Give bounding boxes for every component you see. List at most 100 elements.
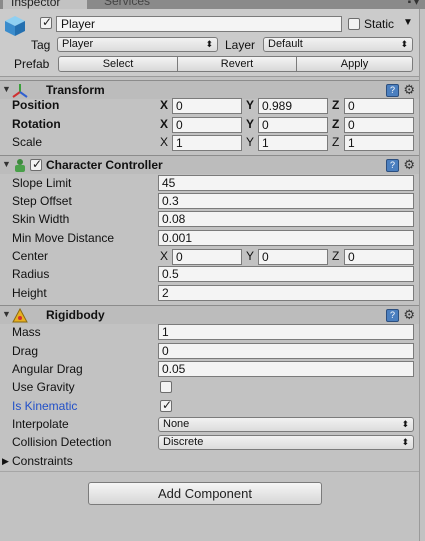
position-x-axis[interactable]: X (160, 97, 168, 113)
center-z-axis[interactable]: Z (332, 248, 339, 264)
step-offset-label: Step Offset (12, 194, 72, 208)
tag-dropdown[interactable]: Player ⬍ (57, 37, 218, 52)
position-y-field[interactable]: 0.989 (258, 98, 328, 114)
mass-label: Mass (12, 325, 41, 339)
position-label: Position (12, 98, 60, 112)
slope-limit-label: Slope Limit (12, 176, 72, 190)
scale-y-field[interactable]: 1 (258, 135, 328, 151)
character-controller-title: Character Controller (46, 158, 163, 172)
interpolate-label: Interpolate (12, 417, 69, 431)
rigidbody-title: Rigidbody (46, 308, 105, 322)
gear-icon[interactable]: ⚙ (403, 157, 415, 173)
help-book-icon[interactable]: ? (386, 309, 399, 322)
rotation-z-axis[interactable]: Z (332, 116, 339, 132)
layer-dropdown[interactable]: Default ⬍ (263, 37, 413, 52)
collision-detection-dropdown[interactable]: Discrete ⬍ (158, 435, 414, 450)
position-z-field[interactable]: 0 (344, 98, 414, 114)
object-name-field[interactable]: Player (56, 16, 342, 32)
rotation-x-field[interactable]: 0 (172, 117, 242, 133)
scale-z-axis[interactable]: Z (332, 134, 339, 150)
gear-icon[interactable]: ⚙ (403, 307, 415, 323)
center-y-axis[interactable]: Y (246, 248, 254, 264)
scale-label: Scale (12, 135, 43, 149)
center-x-axis[interactable]: X (160, 248, 168, 264)
is-kinematic-checkbox[interactable]: ✓ (160, 398, 172, 412)
active-checkbox[interactable]: ✓ (40, 15, 53, 29)
foldout-expanded-icon[interactable]: ▼ (2, 309, 11, 319)
tab-inspector-label: Inspector (11, 0, 61, 9)
tab-services[interactable]: Services (96, 0, 158, 9)
scale-y-axis[interactable]: Y (246, 134, 254, 150)
rotation-y-axis[interactable]: Y (246, 116, 254, 132)
static-label: Static (364, 17, 395, 31)
skin-width-field[interactable]: 0.08 (158, 211, 414, 227)
angular-drag-label: Angular Drag (12, 362, 83, 376)
position-z-axis[interactable]: Z (332, 97, 339, 113)
rigidbody-icon (12, 308, 28, 323)
drag-field[interactable]: 0 (158, 343, 414, 359)
add-component-button[interactable]: Add Component (88, 482, 322, 505)
transform-title: Transform (46, 83, 105, 97)
tab-bar: Inspector Services ▪ ▾ (0, 0, 425, 9)
rotation-y-field[interactable]: 0 (258, 117, 328, 133)
character-controller-header[interactable]: ▼ ✓ Character Controller ? ⚙ (0, 155, 419, 174)
rotation-z-field[interactable]: 0 (344, 117, 414, 133)
use-gravity-checkbox[interactable] (160, 381, 172, 393)
tab-services-label: Services (104, 0, 151, 8)
layer-value: Default (268, 38, 303, 50)
tag-value: Player (62, 38, 94, 50)
rotation-label: Rotation (12, 117, 61, 131)
height-field[interactable]: 2 (158, 285, 414, 301)
constraints-foldout-icon[interactable]: ▶ (2, 453, 9, 469)
checkmark-icon: ✓ (42, 15, 53, 29)
component-separator (0, 471, 419, 472)
gear-icon[interactable]: ⚙ (403, 82, 415, 98)
drag-label: Drag (12, 344, 39, 358)
prefab-select-button[interactable]: Select (58, 56, 178, 72)
scale-x-field[interactable]: 1 (172, 135, 242, 151)
rotation-x-axis[interactable]: X (160, 116, 168, 132)
prefab-revert-button[interactable]: Revert (177, 56, 297, 72)
lock-menu-icons[interactable]: ▪ ▾ (408, 0, 419, 8)
character-controller-enabled-checkbox[interactable]: ✓ (30, 157, 42, 171)
help-book-icon[interactable]: ? (386, 84, 399, 97)
foldout-expanded-icon[interactable]: ▼ (2, 84, 11, 94)
gameobject-cube-icon (5, 16, 25, 36)
center-x-field[interactable]: 0 (172, 249, 242, 265)
dropdown-arrows-icon: ⬍ (401, 419, 409, 429)
interpolate-value: None (163, 418, 190, 430)
center-label: Center (12, 249, 49, 263)
angular-drag-field[interactable]: 0.05 (158, 361, 414, 377)
foldout-expanded-icon[interactable]: ▼ (2, 159, 11, 169)
step-offset-field[interactable]: 0.3 (158, 193, 414, 209)
skin-width-label: Skin Width (12, 212, 70, 226)
static-checkbox[interactable] (348, 18, 360, 30)
transform-header[interactable]: ▼ Transform ? ⚙ (0, 80, 419, 99)
dropdown-arrows-icon: ⬍ (401, 437, 409, 447)
collision-detection-label: Collision Detection (12, 435, 112, 449)
scale-x-axis[interactable]: X (160, 134, 168, 150)
character-controller-icon (15, 159, 25, 172)
prefab-apply-button[interactable]: Apply (296, 56, 413, 72)
position-y-axis[interactable]: Y (246, 97, 254, 113)
interpolate-dropdown[interactable]: None ⬍ (158, 417, 414, 432)
rigidbody-header[interactable]: ▼ Rigidbody ? ⚙ (0, 305, 419, 324)
dropdown-arrows-icon: ⬍ (205, 39, 213, 49)
static-dropdown-arrow-icon[interactable]: ▼ (403, 15, 413, 31)
scale-z-field[interactable]: 1 (344, 135, 414, 151)
mass-field[interactable]: 1 (158, 324, 414, 340)
gameobject-header: ✓ Player Static ▼ Tag Player ⬍ Layer Defa… (0, 9, 419, 77)
help-book-icon[interactable]: ? (386, 159, 399, 172)
radius-field[interactable]: 0.5 (158, 266, 414, 282)
tab-inspector[interactable]: Inspector (2, 0, 88, 9)
layer-label: Layer (225, 38, 256, 52)
center-z-field[interactable]: 0 (344, 249, 414, 265)
is-kinematic-label: Is Kinematic (12, 399, 78, 413)
center-y-field[interactable]: 0 (258, 249, 328, 265)
use-gravity-label: Use Gravity (12, 380, 75, 394)
position-x-field[interactable]: 0 (172, 98, 242, 114)
constraints-label[interactable]: Constraints (12, 453, 73, 469)
radius-label: Radius (12, 267, 50, 281)
min-move-distance-field[interactable]: 0.001 (158, 230, 414, 246)
slope-limit-field[interactable]: 45 (158, 175, 414, 191)
